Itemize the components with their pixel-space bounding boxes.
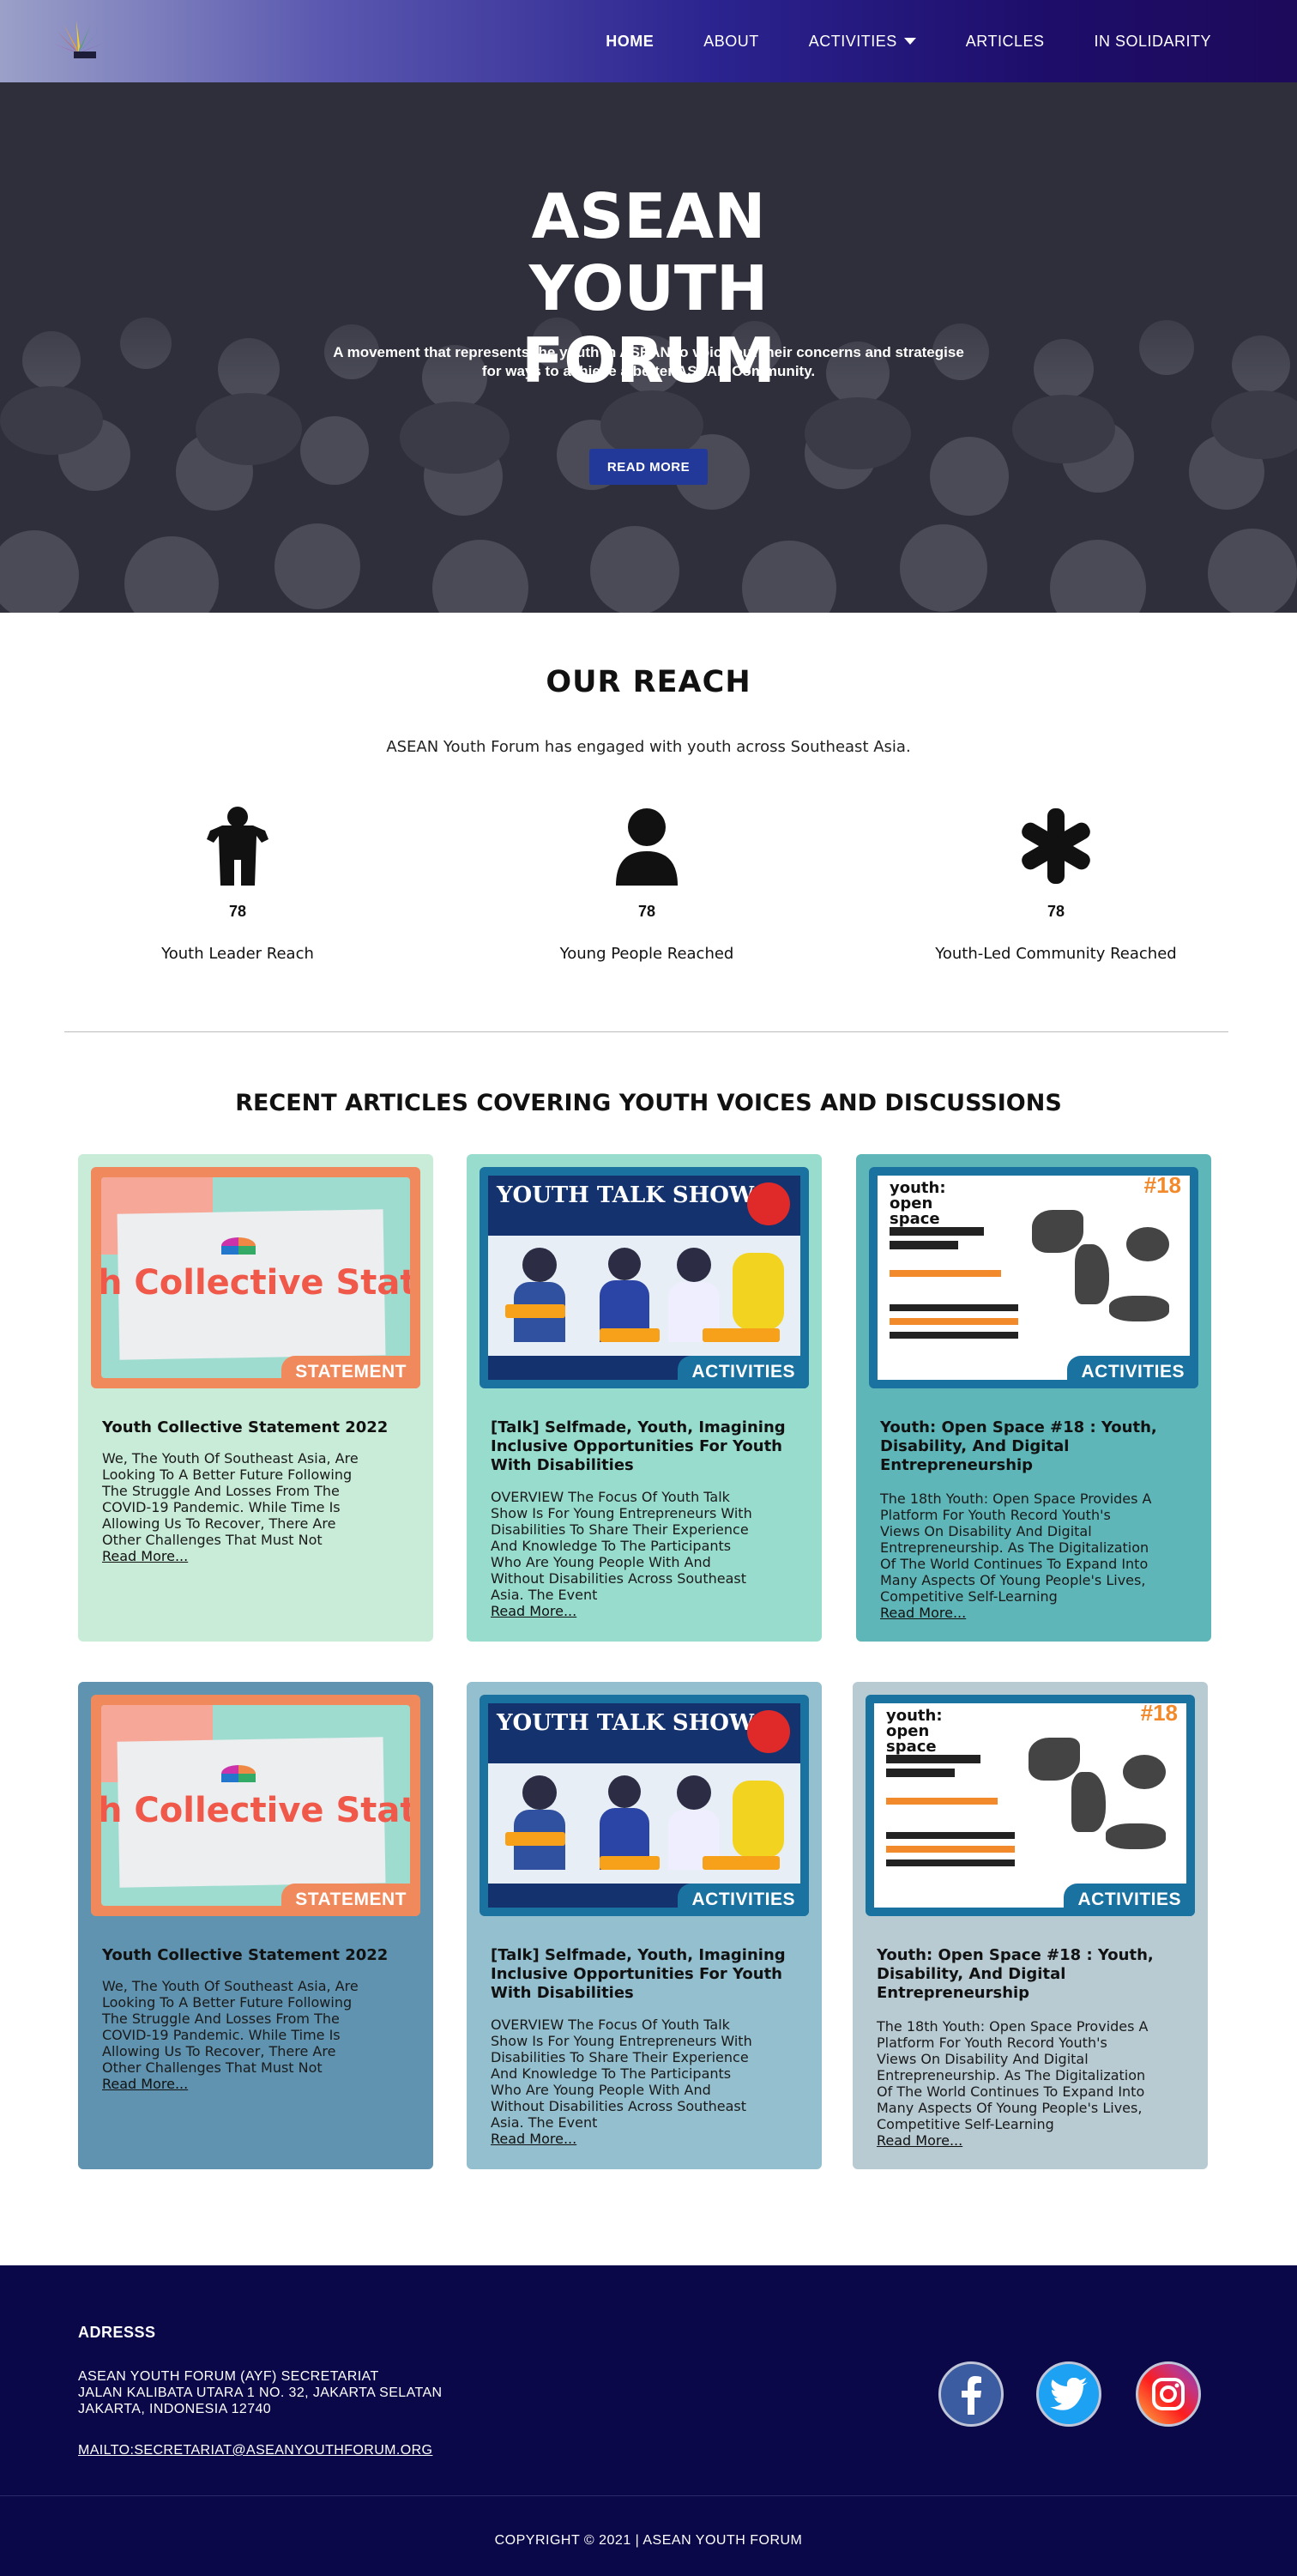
card-image-text: h Collective State [101,1791,410,1830]
section-divider [64,1031,1228,1032]
card-image: h Collective State STATEMENT [91,1695,420,1916]
read-more-link[interactable]: Read More... [491,2131,576,2147]
top-navbar: HOME ABOUT ACTIVITIES ARTICLES IN SOLIDA… [0,0,1297,82]
user-icon [616,808,678,886]
card-title[interactable]: [Talk] Selfmade, Youth, Imagining Inclus… [491,1946,799,2003]
card-badge: ACTIVITIES [678,1884,809,1916]
nav-home[interactable]: HOME [606,33,654,51]
hero-section: ASEAN YOUTH FORUM A movement that repres… [0,0,1297,613]
ayf-logo[interactable] [48,19,108,67]
our-reach-title: OUR REACH [546,665,751,699]
article-card[interactable]: h Collective State STATEMENT Youth Colle… [78,1682,433,2169]
card-excerpt: We, The Youth Of Southeast Asia, Are Loo… [102,1978,359,2092]
card-badge: STATEMENT [281,1356,420,1388]
stat-value: 78 [1047,903,1065,920]
card-image-text: h Collective State [101,1263,410,1303]
read-more-link[interactable]: Read More... [102,2076,188,2092]
footer-address: ASEAN YOUTH FORUM (AYF) SECRETARIAT JALA… [78,2368,442,2417]
card-image: h Collective State STATEMENT [91,1167,420,1388]
address-line: ASEAN YOUTH FORUM (AYF) SECRETARIAT [78,2369,379,2384]
article-card[interactable]: YOUTH TALK SHOW ACTIVITIES [Talk] Selfma… [467,1682,822,2169]
card-badge: ACTIVITIES [678,1356,809,1388]
stat-label: Young People Reached [559,945,734,963]
hero-subtitle: A movement that represents the youth in … [333,344,964,379]
nav-activities[interactable]: ACTIVITIES [809,33,916,51]
card-image-text: youth: open space [890,1179,946,1228]
article-card[interactable]: youth: open space #18 ACTIVITIES Youth: … [853,1682,1208,2169]
stat-young-people: 78 Young People Reached [475,807,818,963]
chevron-down-icon [903,38,916,45]
card-image: youth: open space #18 ACTIVITIES [869,1167,1198,1388]
read-more-link[interactable]: Read More... [102,1548,188,1564]
stat-community: 78 Youth-Led Community Reached [884,807,1228,963]
nav-articles[interactable]: ARTICLES [966,33,1045,51]
read-more-button[interactable]: READ MORE [589,449,708,485]
article-card[interactable]: YOUTH TALK SHOW ACTIVITIES [Talk] Selfma… [467,1154,822,1642]
card-title[interactable]: Youth: Open Space #18 : Youth, Disabilit… [877,1946,1185,2003]
card-badge: ACTIVITIES [1064,1884,1195,1916]
instagram-icon[interactable] [1136,2361,1201,2427]
card-image: youth: open space #18 ACTIVITIES [866,1695,1195,1916]
twitter-icon[interactable] [1036,2361,1101,2427]
card-title[interactable]: Youth Collective Statement 2022 [102,1418,411,1437]
nav-in-solidarity[interactable]: IN SOLIDARITY [1094,33,1211,51]
article-card[interactable]: h Collective State STATEMENT Youth Colle… [78,1154,433,1642]
facebook-icon[interactable] [938,2361,1004,2427]
card-excerpt: The 18th Youth: Open Space Provides A Pl… [877,2018,1149,2149]
read-more-link[interactable]: Read More... [491,1603,576,1619]
card-excerpt: The 18th Youth: Open Space Provides A Pl… [880,1491,1152,1621]
stat-label: Youth-Led Community Reached [935,945,1177,963]
card-title[interactable]: Youth Collective Statement 2022 [102,1946,411,1965]
card-excerpt: OVERVIEW The Focus Of Youth Talk Show Is… [491,1489,752,1619]
card-excerpt: We, The Youth Of Southeast Asia, Are Loo… [102,1450,359,1564]
address-line: JALAN KALIBATA UTARA 1 NO. 32, JAKARTA S… [78,2386,443,2400]
card-excerpt: OVERVIEW The Focus Of Youth Talk Show Is… [491,2017,752,2147]
card-badge: ACTIVITIES [1067,1356,1198,1388]
stat-value: 78 [637,903,656,920]
address-line: JAKARTA, INDONESIA 12740 [78,2402,272,2416]
nav-about[interactable]: ABOUT [703,33,759,51]
footer-email-link[interactable]: MAILTO:SECRETARIAT@ASEANYOUTHFORUM.ORG [78,2443,432,2458]
card-image: YOUTH TALK SHOW ACTIVITIES [480,1695,809,1916]
card-title[interactable]: Youth: Open Space #18 : Youth, Disabilit… [880,1418,1189,1475]
card-image-text: youth: open space [886,1707,943,1756]
nav-activities-label: ACTIVITIES [808,32,897,50]
stat-value: 78 [228,903,247,920]
card-image-text: YOUTH TALK SHOW [497,1710,755,1736]
stat-label: Youth Leader Reach [161,945,314,963]
child-icon [207,807,268,886]
stat-youth-leader: 78 Youth Leader Reach [66,807,409,963]
read-more-link[interactable]: Read More... [880,1605,966,1621]
footer-address-heading: ADRESSS [78,2324,156,2341]
our-reach-description: ASEAN Youth Forum has engaged with youth… [386,738,911,756]
footer: ADRESSS ASEAN YOUTH FORUM (AYF) SECRETAR… [0,2265,1297,2576]
read-more-link[interactable]: Read More... [877,2132,962,2149]
card-title[interactable]: [Talk] Selfmade, Youth, Imagining Inclus… [491,1418,799,1475]
nav-menu: HOME ABOUT ACTIVITIES ARTICLES IN SOLIDA… [556,0,1211,82]
card-image-text: YOUTH TALK SHOW [497,1182,755,1208]
articles-title: RECENT ARTICLES COVERING YOUTH VOICES AN… [235,1090,1062,1116]
footer-copyright: COPYRIGHT © 2021 | ASEAN YOUTH FORUM [494,2533,803,2548]
footer-divider [0,2495,1297,2496]
card-badge: STATEMENT [281,1884,420,1916]
card-image: YOUTH TALK SHOW ACTIVITIES [480,1167,809,1388]
article-card[interactable]: youth: open space #18 ACTIVITIES Youth: … [856,1154,1211,1642]
asterisk-icon [1022,808,1090,884]
